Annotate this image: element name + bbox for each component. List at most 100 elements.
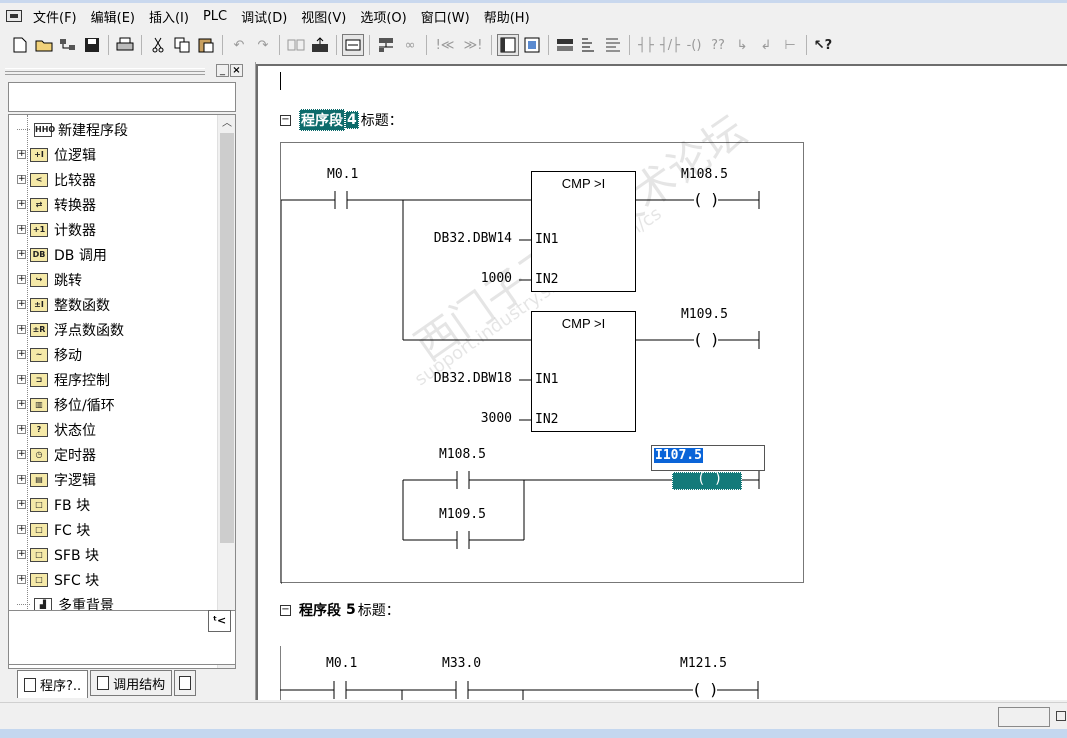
contact-label[interactable]: M108.5 <box>439 447 486 462</box>
expand-icon[interactable]: + <box>17 475 26 484</box>
contact-label[interactable]: M0.1 <box>326 656 357 671</box>
tree-item[interactable]: + +I 位逻辑 <box>9 142 96 167</box>
expand-icon[interactable]: + <box>17 225 26 234</box>
tree-item[interactable]: + ⊐ 程序控制 <box>9 367 110 392</box>
menu-window[interactable]: 窗口(W) <box>414 7 477 26</box>
cmp2-in1-operand[interactable]: DB32.DBW18 <box>434 371 512 386</box>
tree-item[interactable]: + ◷ 定时器 <box>9 442 96 467</box>
expand-icon[interactable]: + <box>17 325 26 334</box>
expand-icon[interactable]: + <box>17 350 26 359</box>
tree-item[interactable]: + ~ 移动 <box>9 342 82 367</box>
monitor-icon[interactable]: ∞ <box>399 34 421 56</box>
tree-item[interactable]: + □ FB 块 <box>9 492 90 517</box>
network-title-label[interactable]: 标题： <box>361 110 403 130</box>
panel-close-button[interactable]: × <box>230 64 243 77</box>
tree-item[interactable]: + < 比较器 <box>9 167 96 192</box>
tab-more[interactable] <box>174 670 197 696</box>
cmp1-in2-operand[interactable]: 1000 <box>481 271 512 286</box>
copy-icon[interactable] <box>171 34 193 56</box>
next-network-button[interactable]: ≫! <box>460 34 486 56</box>
tree-item[interactable]: + ⇄ 转换器 <box>9 192 96 217</box>
panel-splitter[interactable] <box>248 62 256 700</box>
tree-item[interactable]: + ▤ 字逻辑 <box>9 467 96 492</box>
collapse-network-5-button[interactable]: − <box>280 604 291 616</box>
branch-close-icon[interactable]: ↲ <box>755 34 777 56</box>
help-icon[interactable]: ↖? <box>812 34 834 56</box>
undo-icon[interactable]: ↶ <box>228 34 250 56</box>
tree-item[interactable]: + +1 计数器 <box>9 217 96 242</box>
scroll-thumb[interactable] <box>220 133 234 543</box>
menu-edit[interactable]: 编辑(E) <box>84 7 142 26</box>
tree-item[interactable]: + □ SFC 块 <box>9 567 99 592</box>
coil-label[interactable]: M108.5 <box>681 167 728 182</box>
tree-item[interactable]: HHO 新建程序段 <box>9 117 128 142</box>
expand-icon[interactable]: + <box>17 525 26 534</box>
open-contact-icon[interactable]: ┤├ <box>635 34 657 56</box>
expand-icon[interactable]: + <box>17 550 26 559</box>
menu-help[interactable]: 帮助(H) <box>477 7 537 26</box>
tree-item[interactable]: + ↪ 跳转 <box>9 267 82 292</box>
operand-edit-field[interactable]: I107.5 <box>651 445 765 471</box>
load-icon[interactable] <box>285 34 307 56</box>
network-icon[interactable] <box>375 34 397 56</box>
expand-icon[interactable]: + <box>17 300 26 309</box>
symbol-icon[interactable] <box>554 34 576 56</box>
menu-debug[interactable]: 调试(D) <box>234 7 294 26</box>
sort-button[interactable]: ᵗ< <box>208 610 231 632</box>
insert-network-icon[interactable] <box>497 34 519 56</box>
coil-icon[interactable]: -() <box>683 34 705 56</box>
expand-icon[interactable]: + <box>17 500 26 509</box>
save-icon[interactable] <box>81 34 103 56</box>
tree-item[interactable]: + ±R 浮点数函数 <box>9 317 124 342</box>
tree-item[interactable]: + DB DB 调用 <box>9 242 107 267</box>
panel-minimize-button[interactable]: _ <box>216 64 229 77</box>
print-icon[interactable] <box>114 34 136 56</box>
expand-icon[interactable]: + <box>17 425 26 434</box>
expand-icon[interactable]: + <box>17 400 26 409</box>
empty-box-icon[interactable]: ?? <box>707 34 729 56</box>
contact-label[interactable]: M33.0 <box>442 656 481 671</box>
network-title-label[interactable]: 标题： <box>358 600 400 620</box>
network-4-ladder[interactable]: 西门子工业 技术论坛 support.industry.siemens.com/… <box>280 106 804 584</box>
tree-scrollbar[interactable]: ︿ ﹀ <box>217 115 235 668</box>
tree-item[interactable]: + ▥ 移位/循环 <box>9 392 115 417</box>
expand-icon[interactable]: + <box>17 375 26 384</box>
overview-icon[interactable] <box>342 34 364 56</box>
cmp2-in2-operand[interactable]: 3000 <box>481 411 512 426</box>
selected-coil[interactable]: ( ) <box>672 471 742 490</box>
scroll-up-icon[interactable]: ︿ <box>218 115 235 133</box>
paste-icon[interactable] <box>195 34 217 56</box>
expand-icon[interactable]: + <box>17 150 26 159</box>
expand-icon[interactable]: + <box>17 575 26 584</box>
cmp-block-1[interactable]: CMP >I IN1 IN2 <box>531 171 636 292</box>
open-folder-icon[interactable] <box>33 34 55 56</box>
new-file-icon[interactable] <box>9 34 31 56</box>
expand-icon[interactable]: + <box>17 450 26 459</box>
coil-label[interactable]: M109.5 <box>681 307 728 322</box>
ladder-editor[interactable]: − 程序段 4 标题： 西门子工业 技术论坛 support.industry.… <box>256 64 1067 700</box>
symbol-info-icon[interactable] <box>578 34 600 56</box>
contact-label[interactable]: M0.1 <box>327 167 358 182</box>
closed-contact-icon[interactable]: ┤/├ <box>659 34 681 56</box>
tree-item[interactable]: + □ FC 块 <box>9 517 90 542</box>
menu-insert[interactable]: 插入(I) <box>142 7 196 26</box>
menu-plc[interactable]: PLC <box>196 9 234 24</box>
expand-icon[interactable]: + <box>17 250 26 259</box>
collapse-network-4-button[interactable]: − <box>280 114 291 126</box>
expand-icon[interactable]: + <box>17 200 26 209</box>
tab-call-structure[interactable]: 调用结构 <box>90 670 173 696</box>
expand-icon[interactable]: + <box>17 275 26 284</box>
coil-label[interactable]: M121.5 <box>680 656 727 671</box>
upload-icon[interactable] <box>309 34 331 56</box>
expand-icon[interactable]: + <box>17 175 26 184</box>
tree-item[interactable]: + □ SFB 块 <box>9 542 99 567</box>
menu-file[interactable]: 文件(F) <box>26 7 84 26</box>
cmp1-in1-operand[interactable]: DB32.DBW14 <box>434 231 512 246</box>
cmp-block-2[interactable]: CMP >I IN1 IN2 <box>531 311 636 432</box>
details-icon[interactable] <box>521 34 543 56</box>
tab-program-elements[interactable]: 程序?.. <box>17 670 89 698</box>
connection-icon[interactable]: ⊢ <box>779 34 801 56</box>
menu-options[interactable]: 选项(O) <box>353 7 413 26</box>
contact-label[interactable]: M109.5 <box>439 507 486 522</box>
menu-view[interactable]: 视图(V) <box>294 7 353 26</box>
